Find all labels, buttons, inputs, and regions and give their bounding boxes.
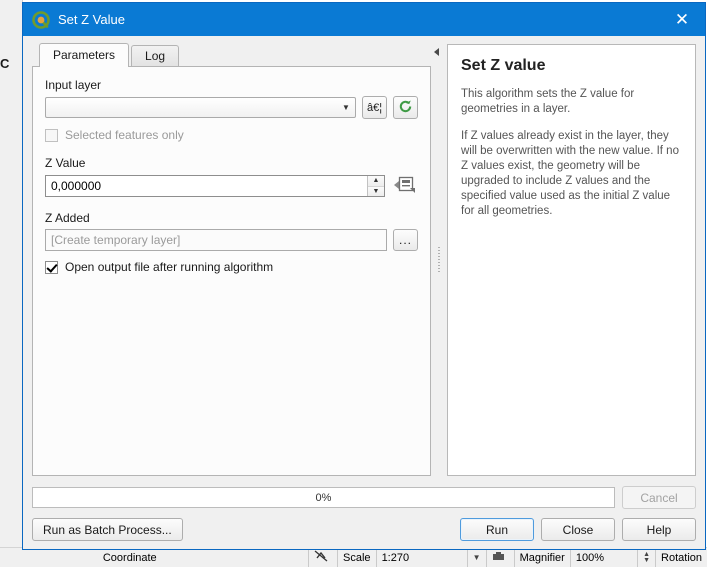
close-button[interactable]: Close: [541, 518, 615, 541]
ellipsis-button-icon: â€¦: [366, 101, 383, 114]
input-layer-label: Input layer: [45, 78, 102, 92]
status-magnifier-icon-cell: [487, 548, 515, 567]
help-title: Set Z value: [461, 57, 546, 74]
close-icon[interactable]: ✕: [659, 3, 705, 36]
z-value-input[interactable]: 0,000000 ▲ ▼: [45, 175, 385, 197]
z-value-row: 0,000000 ▲ ▼: [45, 174, 418, 198]
chevron-down-icon: ▼: [472, 553, 481, 562]
open-output-label: Open output file after running algorithm: [65, 260, 274, 274]
open-output-checkbox[interactable]: [45, 260, 58, 274]
run-button[interactable]: Run: [460, 518, 534, 541]
status-coordinate-value[interactable]: [162, 548, 310, 567]
parameters-panel: Input layer ▼ â€¦ Selected features only…: [32, 66, 431, 476]
run-as-batch-button[interactable]: Run as Batch Process...: [32, 518, 183, 541]
z-value-data-defined-override-button[interactable]: [392, 174, 418, 198]
help-paragraph: This algorithm sets the Z value for geom…: [461, 88, 635, 115]
scale-lock-icon: [314, 550, 328, 565]
input-layer-select-button[interactable]: â€¦: [362, 96, 387, 119]
z-added-input[interactable]: [Create temporary layer]: [45, 229, 387, 251]
status-bar: Coordinate Scale 1:270 ▼ Magnifier 100% …: [0, 547, 707, 567]
z-added-row: [Create temporary layer] ...: [45, 229, 418, 251]
input-layer-iterate-button[interactable]: [393, 96, 418, 119]
status-scale-label: Scale: [338, 548, 377, 567]
z-value-label: Z Value: [45, 156, 86, 170]
help-button[interactable]: Help: [622, 518, 696, 541]
dialog-title-bar[interactable]: Set Z Value ✕: [23, 3, 705, 36]
help-panel: Set Z value This algorithm sets the Z va…: [447, 44, 696, 476]
cancel-button[interactable]: Cancel: [622, 486, 696, 509]
splitter-grip-icon[interactable]: [438, 247, 440, 273]
status-scale-dropdown[interactable]: ▼: [468, 548, 487, 567]
dialog-title: Set Z Value: [58, 12, 125, 27]
panel-splitter[interactable]: [431, 44, 447, 476]
z-added-placeholder: [Create temporary layer]: [51, 233, 181, 247]
iterate-refresh-icon: [398, 99, 413, 117]
data-defined-override-icon: [393, 175, 417, 198]
status-magnifier-label: Magnifier: [515, 548, 571, 567]
input-layer-combo[interactable]: ▼: [45, 97, 356, 118]
status-rotation-label: Rotation: [661, 551, 703, 564]
dialog-panes: Parameters Log Input layer ▼ â€¦ Selecte…: [32, 43, 696, 476]
browse-ellipsis-icon: ...: [398, 233, 412, 247]
tab-parameters[interactable]: Parameters: [39, 43, 130, 67]
background-clipped-label: C: [0, 56, 9, 71]
progress-bar: 0%: [32, 487, 615, 508]
input-layer-row: ▼ â€¦: [45, 96, 418, 119]
progress-text: 0%: [315, 491, 332, 504]
magnifier-icon: [492, 551, 505, 565]
selected-features-only-label: Selected features only: [65, 128, 184, 142]
set-z-value-dialog: Set Z Value ✕ Parameters Log Input layer…: [22, 2, 706, 550]
z-added-browse-button[interactable]: ...: [393, 229, 418, 251]
tab-strip: Parameters Log: [32, 43, 431, 67]
status-scale-value[interactable]: 1:270: [377, 548, 468, 567]
status-coordinate-label: Coordinate: [102, 551, 157, 564]
z-value-text: 0,000000: [51, 179, 102, 193]
progress-row: 0% Cancel: [32, 486, 696, 509]
status-magnifier-value[interactable]: 100%: [571, 548, 639, 567]
chevron-down-icon[interactable]: ▼: [368, 186, 384, 196]
z-added-label: Z Added: [45, 211, 90, 225]
status-magnifier-spinner[interactable]: ▲ ▼: [638, 548, 657, 567]
chevron-up-icon[interactable]: ▲: [368, 176, 384, 187]
qgis-logo-icon: [32, 10, 50, 29]
open-output-row[interactable]: Open output file after running algorithm: [45, 260, 418, 274]
chevron-down-icon: ▼: [342, 103, 350, 112]
help-paragraph: If Z values already exist in the layer, …: [461, 130, 679, 217]
spinner-icon: ▲ ▼: [643, 550, 651, 564]
tab-log[interactable]: Log: [131, 45, 180, 67]
selected-features-only-row[interactable]: Selected features only: [45, 128, 418, 142]
z-value-stepper[interactable]: ▲ ▼: [367, 176, 384, 196]
selected-features-only-checkbox[interactable]: [45, 128, 58, 142]
dialog-footer: 0% Cancel Run as Batch Process... Run Cl…: [32, 476, 696, 541]
collapse-left-arrow-icon[interactable]: [434, 48, 439, 56]
left-toolbar-strip: [0, 0, 23, 548]
status-scale-lock-toggle[interactable]: [309, 548, 339, 567]
button-row: Run as Batch Process... Run Close Help: [32, 518, 696, 541]
dialog-body: Parameters Log Input layer ▼ â€¦ Selecte…: [23, 36, 705, 549]
left-pane: Parameters Log Input layer ▼ â€¦ Selecte…: [32, 43, 431, 476]
